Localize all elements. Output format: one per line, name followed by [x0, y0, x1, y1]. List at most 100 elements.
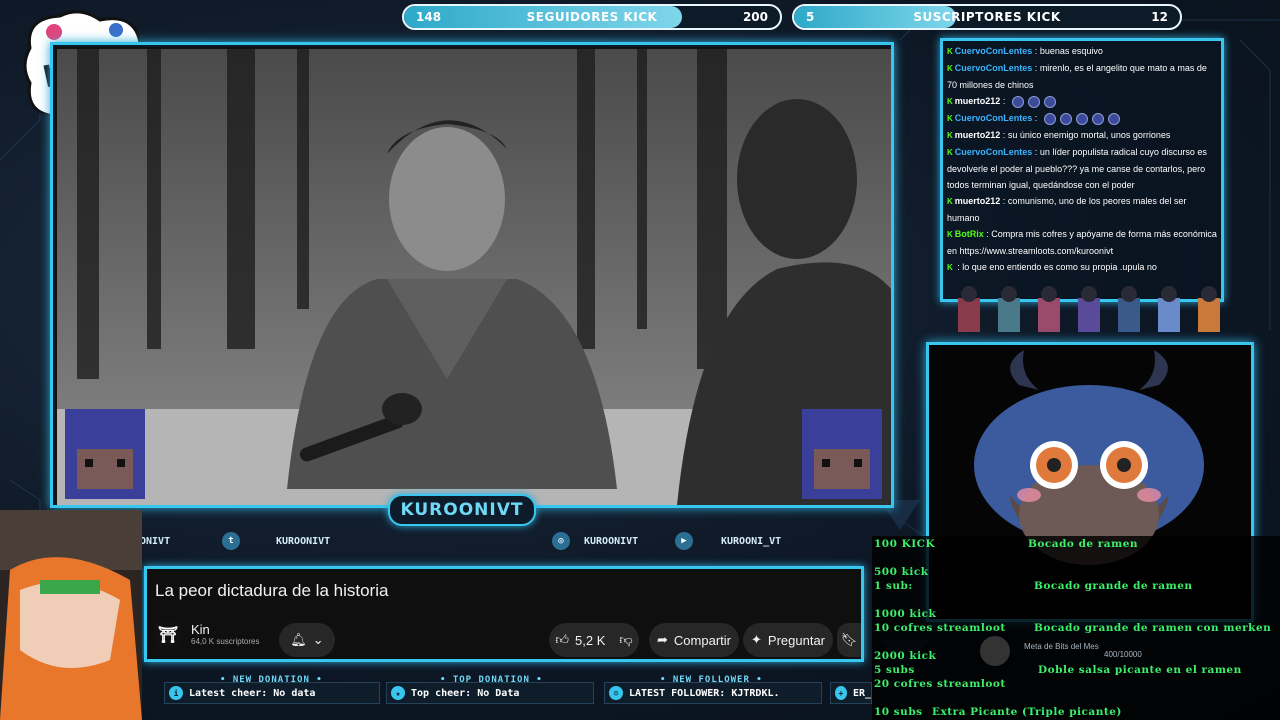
character-sprite [1158, 286, 1180, 332]
like-icon[interactable]: 👍︎ [555, 632, 569, 648]
chat-panel[interactable]: K CuervoConLentes : buenas esquivo K Cuervo… [940, 38, 1224, 302]
social-instagram[interactable]: ◎ KUROONIVT [552, 532, 638, 550]
character-sprite [998, 286, 1020, 332]
subscribers-goal-bar: SUSCRIPTORES KICK 5 12 [792, 4, 1182, 30]
sparkle-icon: ✦ [751, 632, 762, 647]
chat-text: buenas esquivo [1039, 46, 1103, 56]
reward-cost: 1000 kick [874, 608, 937, 620]
followers-goal-bar: SEGUIDORES KICK 148 200 [402, 4, 782, 30]
reward-cost: 500 kick [874, 566, 929, 578]
channel-avatar[interactable]: ⛩ [155, 621, 181, 647]
top-donation-text: Top cheer: No Data [411, 687, 520, 699]
chat-emote-icon [1043, 95, 1056, 108]
chat-emote-icon [1091, 112, 1104, 125]
bookmark-icon: 🔖︎ [840, 632, 858, 647]
ask-label: Preguntar [767, 632, 825, 648]
chat-emote-icon [1027, 95, 1040, 108]
chat-username[interactable]: muerto212 [955, 96, 1001, 106]
extra-icon: + [835, 686, 847, 700]
channel-info[interactable]: ⛩ Kin 64,0 K suscriptores [155, 621, 259, 647]
chat-message: Kmuerto212 : [947, 93, 1217, 110]
chat-message: K CuervoConLentes : un líder populista ra… [947, 147, 1207, 190]
character-sprite [1038, 286, 1060, 332]
channel-subscribers: 64,0 K suscriptores [191, 637, 260, 646]
extra-box: + ER_ [830, 682, 872, 704]
kick-badge-icon: K [947, 263, 953, 272]
chat-message: K CuervoConLentes : buenas esquivo [947, 43, 1217, 60]
youtube-handle: KUROONI_VT [721, 535, 782, 547]
character-sprite [1198, 286, 1220, 332]
subscribers-current: 5 [806, 10, 815, 24]
social-handle-left[interactable]: ONIVT [140, 532, 170, 550]
reward-description: Bocado de ramen [1028, 538, 1139, 550]
character-sprite [1078, 286, 1100, 332]
stream-overlay: SEGUIDORES KICK 148 200 SUSCRIPTORES KIC… [0, 0, 1280, 720]
subscribers-goal: 12 [1151, 10, 1168, 24]
share-button[interactable]: ➦ Compartir [649, 623, 739, 657]
character-sprites [958, 286, 1220, 332]
chat-message: Kmuerto212 : comunismo, uno de los peore… [947, 196, 1187, 223]
chat-username[interactable]: muerto212 [955, 196, 1001, 206]
twitter-icon: t [222, 532, 240, 550]
kick-badge-icon: K [947, 131, 953, 140]
info-icon: i [169, 686, 183, 700]
bits-goal-icon [980, 636, 1010, 666]
chat-emote-icon [1043, 112, 1056, 125]
kick-badge-icon: K [947, 114, 953, 123]
chat-username[interactable]: CuervoConLentes [955, 113, 1033, 123]
social-youtube[interactable]: ▶ KUROONI_VT [675, 532, 781, 550]
instagram-handle: KUROONIVT [584, 535, 639, 547]
chat-emote-icon [1011, 95, 1024, 108]
chat-message: Kmuerto212 : su único enemigo mortal, un… [947, 127, 1217, 144]
save-button[interactable]: 🔖︎ [837, 623, 861, 657]
reward-cost: 1 sub: [874, 580, 913, 592]
main-video-frame [50, 42, 894, 508]
followers-goal: 200 [742, 10, 768, 24]
chat-username[interactable]: muerto212 [955, 130, 1001, 140]
chat-message: K : lo que eno entiendo es como su propi… [947, 259, 1217, 276]
subscribe-bell-button[interactable]: 🔔︎ ⌄ [279, 623, 335, 657]
reward-description: Bocado grande de ramen [1034, 580, 1193, 592]
video-title: La peor dictadura de la historia [155, 581, 389, 600]
like-dislike-group[interactable]: 👍︎ 5,2 K 👎︎ [549, 623, 639, 657]
channel-name[interactable]: Kin [191, 622, 259, 637]
chat-text: lo que eno entiendo es como su propia .u… [962, 262, 1157, 272]
chat-username[interactable]: CuervoConLentes [955, 147, 1033, 157]
instagram-icon: ◎ [552, 532, 570, 550]
reward-cost: 20 cofres streamloot [874, 678, 1006, 690]
reward-cost: 2000 kick [874, 650, 937, 662]
chat-emote-icon [1075, 112, 1088, 125]
youtube-icon: ▶ [675, 532, 693, 550]
bits-goal-value: 400/10000 [1104, 650, 1142, 659]
dislike-icon[interactable]: 👎︎ [619, 632, 632, 648]
chat-emote-icon [1107, 112, 1120, 125]
chevron-down-icon: ⌄ [312, 632, 324, 647]
kick-badge-icon: K [947, 148, 953, 157]
kick-badge-icon: K [947, 97, 953, 106]
new-follower-box: ☺ LATEST FOLLOWER: KJTRDKL. [604, 682, 822, 704]
video-photo [57, 49, 891, 505]
chat-username[interactable]: CuervoConLentes [955, 63, 1033, 73]
social-handle-text: ONIVT [140, 535, 171, 547]
webcam-feed [0, 510, 142, 720]
chat-message: K CuervoConLentes : [947, 110, 1217, 127]
chat-username[interactable]: BotRix [955, 229, 984, 239]
chat-emote-icon [1059, 112, 1072, 125]
streamer-name-banner: KUROONIVT [388, 494, 536, 526]
bell-icon: 🔔︎ [290, 632, 307, 647]
like-count: 5,2 K [575, 632, 606, 648]
bits-goal-label: Meta de Bits del Mes [1024, 642, 1099, 651]
social-twitter[interactable]: t KUROONIVT [222, 532, 330, 550]
followers-current: 148 [416, 10, 442, 24]
ask-button[interactable]: ✦ Preguntar [743, 623, 833, 657]
top-donation-box: ★ Top cheer: No Data [386, 682, 594, 704]
chat-message: K BotRix : Compra mis cofres y apóyame de… [947, 229, 1217, 256]
user-icon: ☺ [609, 686, 623, 700]
reward-cost: 10 cofres streamloot [874, 622, 1006, 634]
chat-username[interactable]: CuervoConLentes [955, 46, 1033, 56]
trophy-icon: ★ [391, 686, 405, 700]
kick-badge-icon: K [947, 64, 953, 73]
extra-text: ER_ [852, 687, 871, 699]
reward-description: Bocado grande de ramen con merken [1034, 622, 1272, 634]
kick-rewards-list: 100 KICK Bocado de ramen 500 kick 1 sub: Boc… [872, 536, 1280, 720]
